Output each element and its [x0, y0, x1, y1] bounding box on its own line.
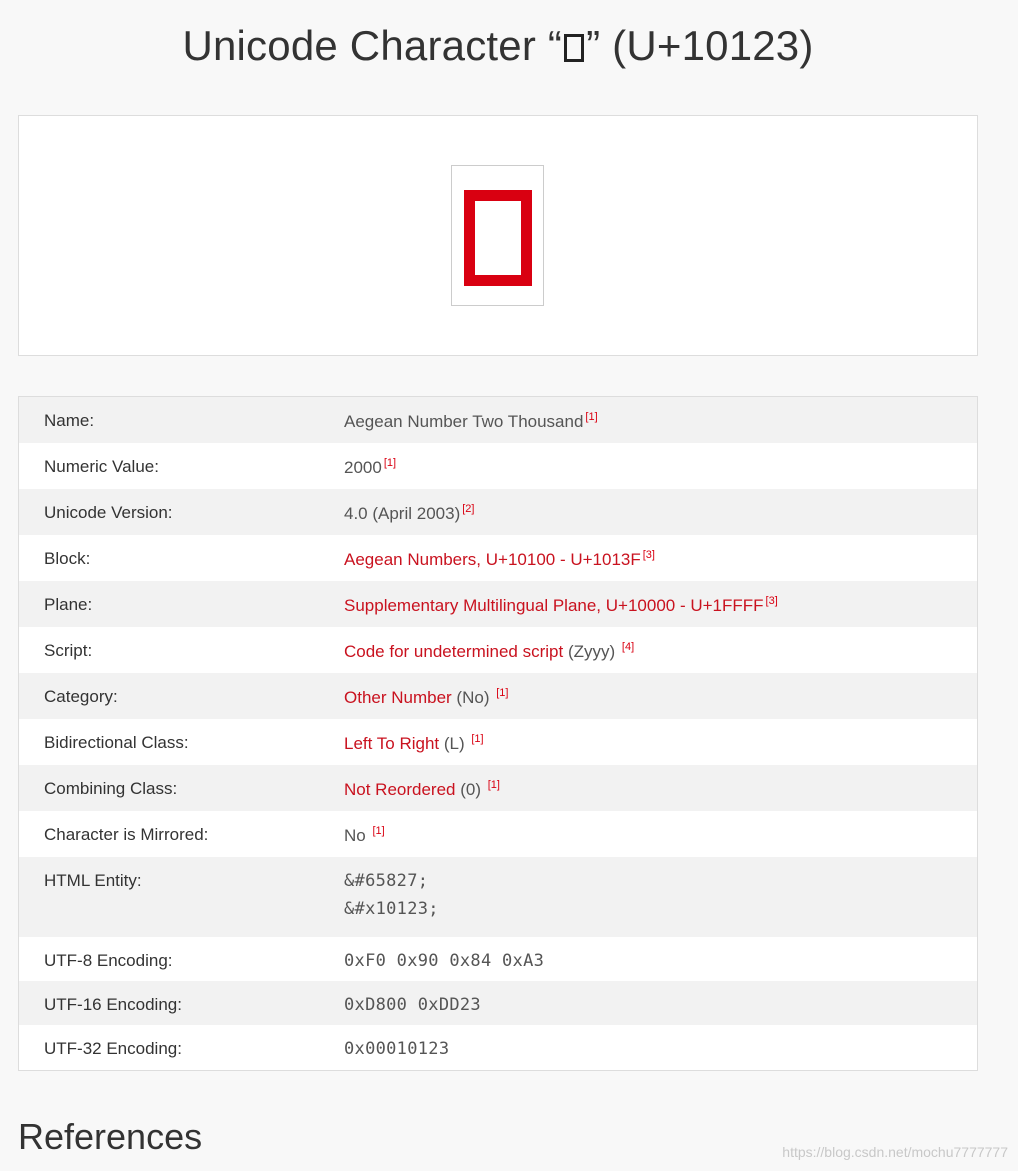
row-label: Numeric Value:: [44, 457, 159, 476]
row-value: Left To Right (L) [1]: [344, 733, 484, 753]
block-link[interactable]: Aegean Numbers, U+10100 - U+1013F: [344, 550, 641, 569]
table-row-name: Name: Aegean Number Two Thousand [1]: [19, 397, 977, 443]
reference-link[interactable]: [1]: [384, 457, 396, 469]
html-entity-decimal: &#65827;: [344, 871, 429, 891]
table-row-category: Category: Other Number (No) [1]: [19, 673, 977, 719]
row-value: &#65827; &#x10123;: [319, 857, 977, 937]
utf8-value: 0xF0 0x90 0x84 0xA3: [344, 951, 545, 971]
table-row-utf16: UTF-16 Encoding: 0xD800 0xDD23: [19, 981, 977, 1025]
table-row-unicode-version: Unicode Version: 4.0 (April 2003) [2]: [19, 489, 977, 535]
row-value: Code for undetermined script (Zyyy) [4]: [344, 641, 635, 661]
table-row-block: Block: Aegean Numbers, U+10100 - U+1013F…: [19, 535, 977, 581]
row-label: Block:: [44, 549, 91, 568]
references-heading: References: [18, 1116, 203, 1157]
table-row-utf32: UTF-32 Encoding: 0x00010123: [19, 1025, 977, 1069]
row-label: Combining Class:: [44, 779, 178, 798]
row-label: Script:: [44, 641, 93, 660]
row-value: Aegean Numbers, U+10100 - U+1013F [3]: [319, 535, 977, 581]
utf16-value: 0xD800 0xDD23: [344, 995, 481, 1015]
row-label: UTF-16 Encoding:: [44, 995, 182, 1014]
plane-link[interactable]: Supplementary Multilingual Plane, U+1000…: [344, 596, 764, 615]
table-row-bidirectional-class: Bidirectional Class: Left To Right (L) […: [19, 719, 977, 765]
row-label: Category:: [44, 687, 118, 706]
row-value: Not Reordered (0) [1]: [344, 779, 500, 799]
character-preview-panel: [18, 115, 978, 356]
reference-link[interactable]: [1]: [471, 733, 483, 745]
row-label: Bidirectional Class:: [44, 733, 189, 752]
row-value: 2000 [1]: [344, 457, 397, 477]
reference-link[interactable]: [1]: [488, 779, 500, 791]
watermark: https://blog.csdn.net/mochu7777777: [782, 1144, 1008, 1160]
row-label: Plane:: [44, 595, 93, 614]
reference-link[interactable]: [2]: [462, 503, 474, 515]
row-label: Name:: [44, 411, 95, 430]
row-label: UTF-8 Encoding:: [44, 951, 173, 970]
row-value: 4.0 (April 2003) [2]: [344, 503, 475, 523]
table-row-mirrored: Character is Mirrored: No [1]: [19, 811, 977, 857]
table-row-html-entity: HTML Entity: &#65827; &#x10123;: [19, 857, 977, 937]
reference-link[interactable]: [1]: [585, 411, 597, 423]
character-glyph-frame: [451, 165, 544, 306]
missing-glyph-icon: [564, 34, 585, 62]
missing-glyph-icon: [464, 190, 532, 286]
character-info-table: Name: Aegean Number Two Thousand [1] Nume…: [18, 396, 978, 1071]
table-row-utf8: UTF-8 Encoding: 0xF0 0x90 0x84 0xA3: [19, 937, 977, 981]
table-row-script: Script: Code for undetermined script (Zy…: [19, 627, 977, 673]
utf32-value: 0x00010123: [344, 1039, 450, 1059]
category-link[interactable]: Other Number: [344, 688, 452, 707]
page: Unicode Character “” (U+10123) Name: Aeg…: [0, 0, 1018, 1171]
html-entity-hex: &#x10123;: [344, 899, 439, 919]
reference-link[interactable]: [1]: [496, 687, 508, 699]
script-link[interactable]: Code for undetermined script: [344, 642, 563, 661]
row-label: Unicode Version:: [44, 503, 173, 522]
row-value: Aegean Number Two Thousand [1]: [344, 411, 598, 431]
row-value: No [1]: [344, 825, 385, 845]
table-row-combining-class: Combining Class: Not Reordered (0) [1]: [19, 765, 977, 811]
bidi-class-link[interactable]: Left To Right: [344, 734, 439, 753]
table-row-numeric-value: Numeric Value: 2000 [1]: [19, 443, 977, 489]
reference-link[interactable]: [3]: [766, 595, 778, 607]
reference-link[interactable]: [3]: [643, 549, 655, 561]
table-row-plane: Plane: Supplementary Multilingual Plane,…: [19, 581, 977, 627]
row-label: UTF-32 Encoding:: [44, 1039, 182, 1058]
combining-class-link[interactable]: Not Reordered: [344, 780, 456, 799]
row-value: Supplementary Multilingual Plane, U+1000…: [319, 581, 977, 627]
row-value: Other Number (No) [1]: [344, 687, 509, 707]
row-label: Character is Mirrored:: [44, 825, 209, 844]
reference-link[interactable]: [4]: [622, 641, 634, 653]
page-title: Unicode Character “” (U+10123): [182, 22, 814, 69]
reference-link[interactable]: [1]: [372, 825, 384, 837]
row-label: HTML Entity:: [44, 871, 142, 890]
